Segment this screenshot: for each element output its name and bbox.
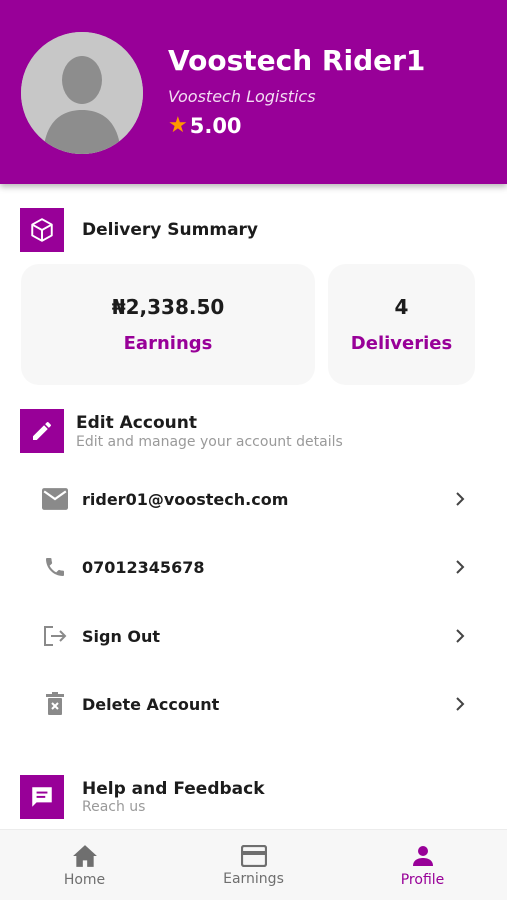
sign-out-label: Sign Out [82, 626, 161, 646]
deliveries-card[interactable]: 4 Deliveries [328, 264, 475, 385]
chevron-right-icon [452, 696, 468, 712]
nav-profile[interactable]: Profile [338, 830, 507, 900]
help-title[interactable]: Help and Feedback [82, 779, 265, 799]
email-icon [40, 484, 70, 514]
chevron-right-icon [452, 628, 468, 644]
chevron-right-icon [452, 559, 468, 575]
phone-icon [40, 552, 70, 582]
pencil-icon [20, 409, 64, 453]
package-icon [20, 208, 64, 252]
phone-row[interactable]: 07012345678 [0, 542, 507, 592]
earnings-value: ₦2,338.50 [111, 295, 225, 319]
nav-earnings-label: Earnings [223, 870, 284, 887]
earnings-label: Earnings [123, 333, 213, 354]
trash-icon [40, 689, 70, 719]
person-icon [412, 845, 433, 866]
earnings-card[interactable]: ₦2,338.50 Earnings [21, 264, 315, 385]
company-name: Voostech Logistics [168, 87, 316, 106]
star-icon: ★ [168, 113, 188, 138]
feedback-icon[interactable] [20, 775, 64, 819]
profile-header: Voostech Rider1 Voostech Logistics ★ 5.0… [0, 0, 507, 184]
rating: ★ 5.00 [168, 114, 242, 138]
nav-profile-label: Profile [400, 871, 445, 888]
bottom-navigation: Home Earnings Profile [0, 829, 507, 900]
email-label: rider01@voostech.com [82, 489, 289, 509]
nav-earnings[interactable]: Earnings [169, 830, 338, 900]
deliveries-label: Deliveries [350, 333, 453, 354]
delete-account-label: Delete Account [82, 694, 220, 714]
logout-icon [40, 621, 70, 651]
help-subtitle: Reach us [82, 799, 146, 815]
edit-account-subtitle: Edit and manage your account details [76, 434, 343, 450]
rating-value: 5.00 [189, 114, 242, 138]
nav-home-label: Home [63, 871, 106, 888]
deliveries-value: 4 [394, 295, 409, 319]
email-row[interactable]: rider01@voostech.com [0, 474, 507, 524]
person-placeholder-icon [21, 32, 143, 154]
rider-name: Voostech Rider1 [168, 44, 426, 77]
phone-label: 07012345678 [82, 557, 205, 577]
delivery-summary-title: Delivery Summary [82, 220, 259, 240]
edit-account-title: Edit Account [76, 413, 197, 433]
delete-account-row[interactable]: Delete Account [0, 679, 507, 729]
chevron-right-icon [452, 491, 468, 507]
home-icon [72, 844, 97, 867]
card-icon [240, 844, 267, 867]
avatar[interactable] [21, 32, 143, 154]
nav-home[interactable]: Home [0, 830, 169, 900]
sign-out-row[interactable]: Sign Out [0, 611, 507, 661]
